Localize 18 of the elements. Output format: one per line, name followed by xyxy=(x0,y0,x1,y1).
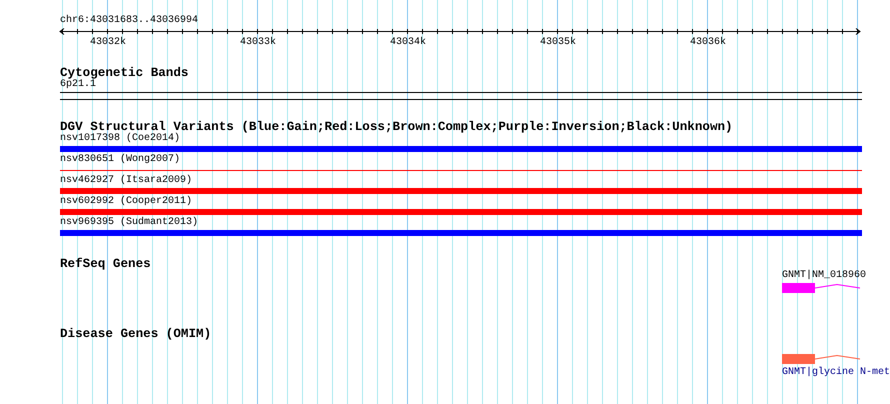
tick-label: 43032k xyxy=(90,37,126,49)
tick-label: 43036k xyxy=(690,37,726,49)
band-label: 6p21.1 xyxy=(60,79,96,91)
variant-label: nsv462927 (Itsara2009) xyxy=(60,175,192,187)
variant-label: nsv969395 (Sudmant2013) xyxy=(60,217,198,229)
variant-label: nsv602992 (Cooper2011) xyxy=(60,196,192,208)
tick-label: 43033k xyxy=(240,37,276,49)
track-title: DGV Structural Variants (Blue:Gain;Red:Loss;Brown:Complex;Purple:Inversion;Black:Unknown) xyxy=(60,121,733,133)
tick-label: 43035k xyxy=(540,37,576,49)
tick-label: 43034k xyxy=(390,37,426,49)
gene-label: GNMT|glycine N-met xyxy=(782,367,890,379)
variant-label: nsv830651 (Wong2007) xyxy=(60,154,180,166)
variant-label: nsv1017398 (Coe2014) xyxy=(60,133,180,145)
track-title: RefSeq Genes xyxy=(60,258,151,270)
gene-label: GNMT|NM_018960 xyxy=(782,270,866,282)
range-label: chr6:43031683..43036994 xyxy=(60,15,198,27)
track-title: Disease Genes (OMIM) xyxy=(60,328,212,340)
track-title: Cytogenetic Bands xyxy=(60,67,188,79)
